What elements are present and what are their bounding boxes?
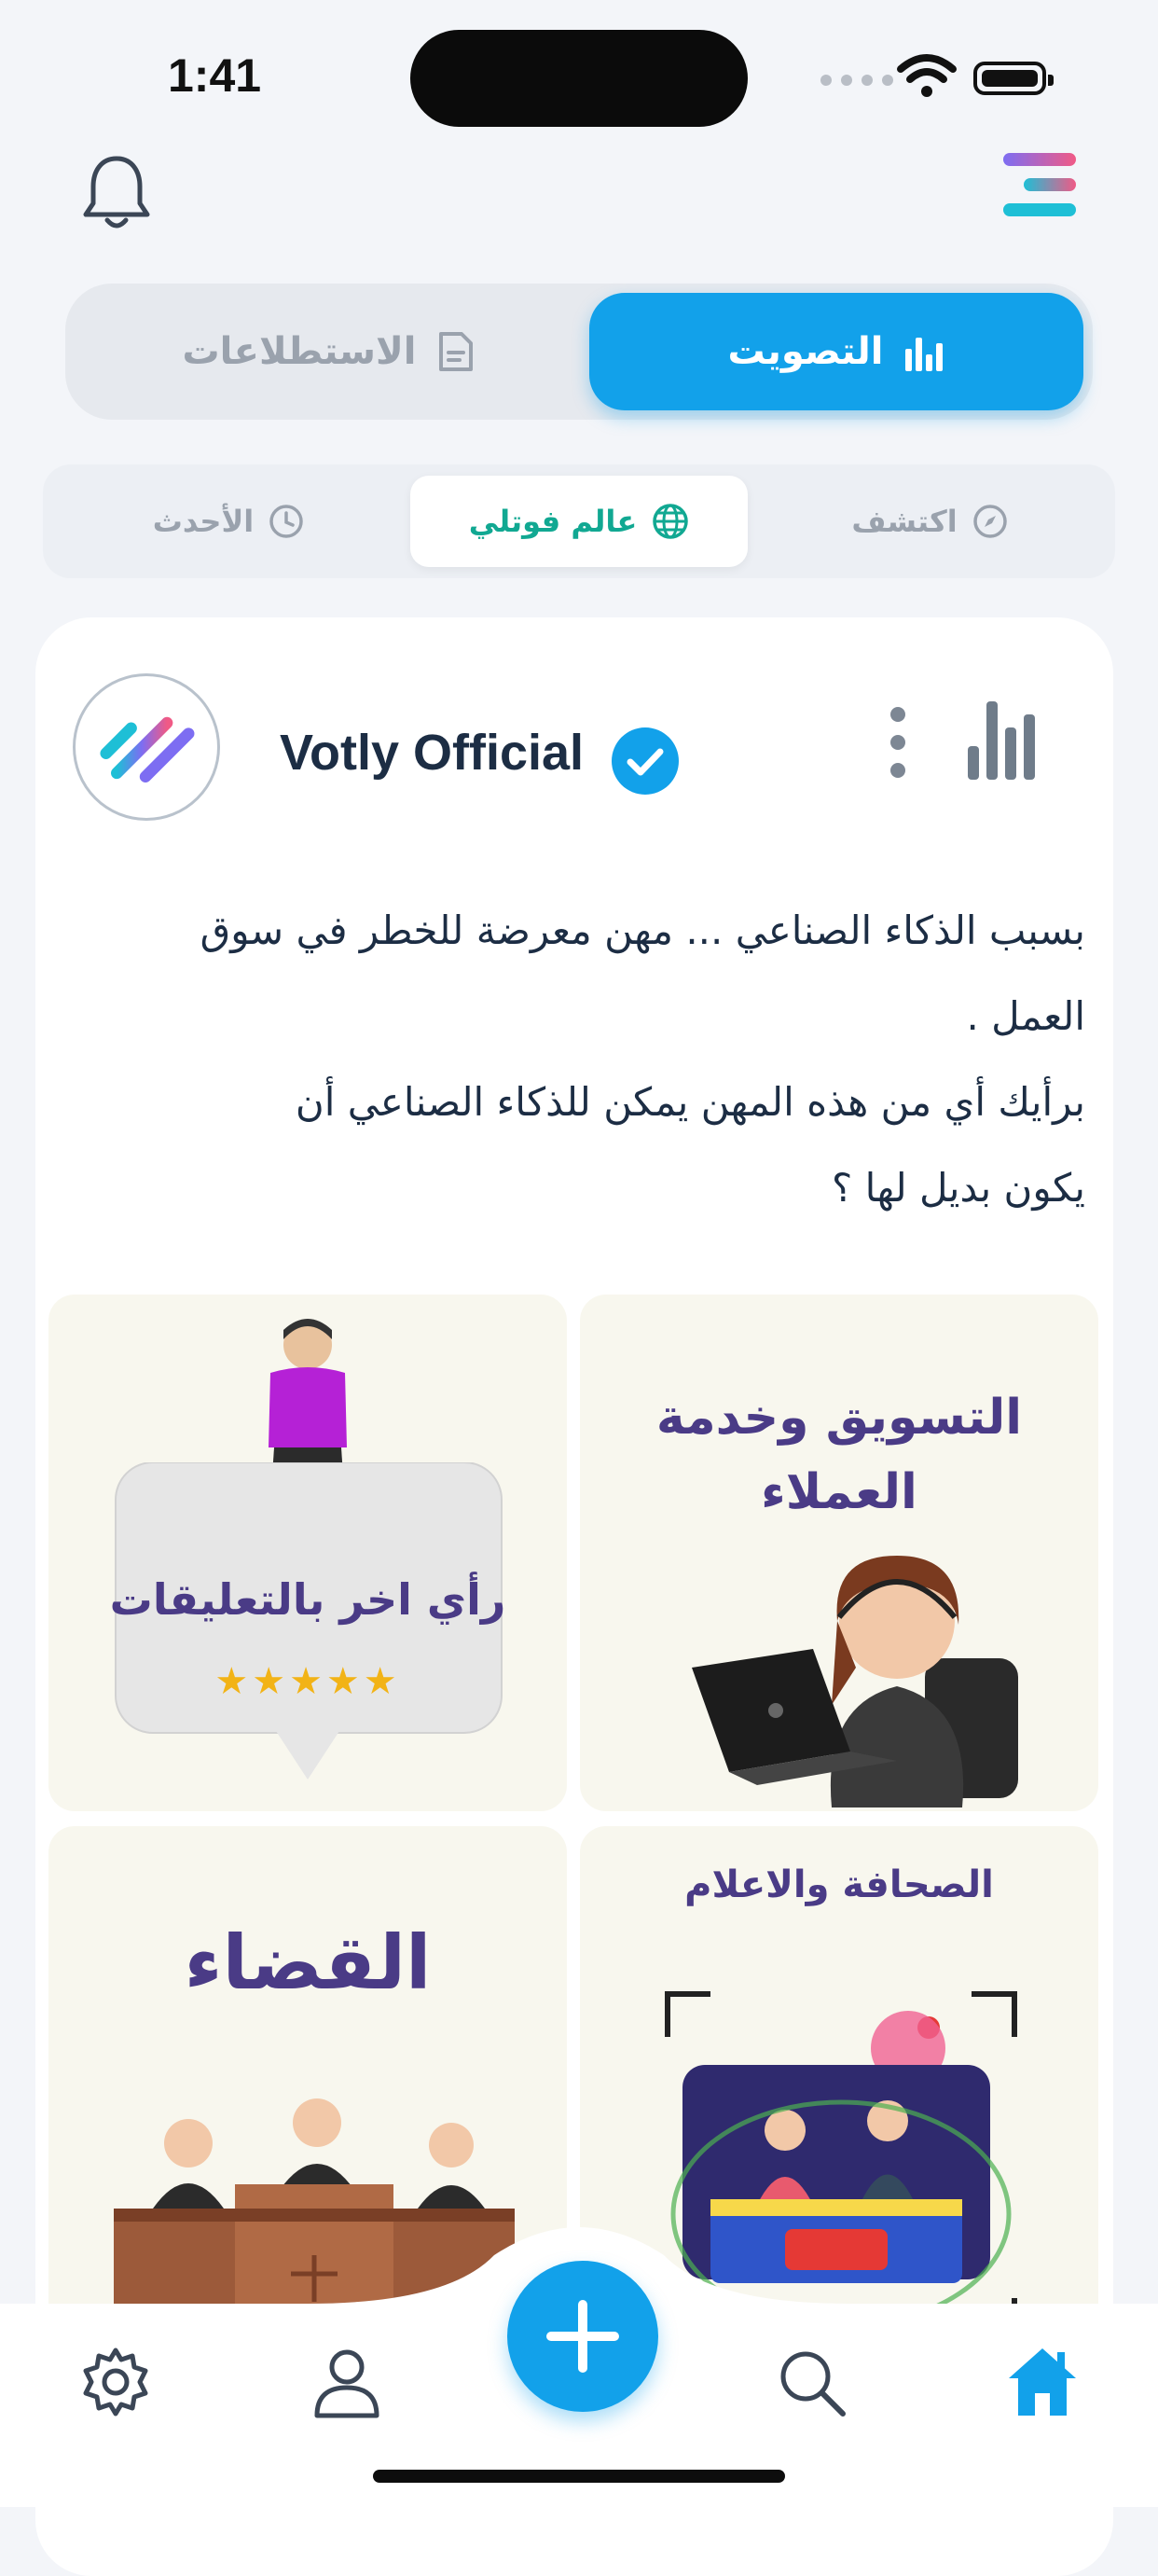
plus-icon <box>546 2300 619 2373</box>
tab-voting-label: التصويت <box>727 330 884 373</box>
author-name[interactable]: Votly Official <box>280 724 584 782</box>
wifi-icon <box>897 54 957 97</box>
option-label: التسويق وخدمة العملاء <box>655 1390 1023 1520</box>
author-avatar[interactable] <box>73 673 220 821</box>
home-indicator <box>373 2470 785 2483</box>
filter-votly-world[interactable]: عالم فوتلي <box>410 476 748 567</box>
tab-voting[interactable]: التصويت <box>589 293 1083 410</box>
menu-icon[interactable] <box>999 149 1078 220</box>
filter-latest[interactable]: الأحدث <box>65 476 392 567</box>
question-line: يكون بديل لها ؟ <box>832 1165 1085 1211</box>
gear-icon[interactable] <box>78 2345 153 2419</box>
filter-votly-world-label: عالم فوتلي <box>468 504 638 539</box>
bar-chart-icon <box>905 338 944 371</box>
battery-icon <box>973 62 1054 95</box>
option-label: القضاء <box>184 1919 432 2006</box>
status-time: 1:41 <box>168 49 262 102</box>
tab-surveys-label: الاستطلاعات <box>182 330 417 373</box>
customer-service-illustration <box>692 1556 1018 1807</box>
speech-bubble-illustration <box>115 1462 503 1780</box>
question-line: بسبب الذكاء الصناعي ... مهن معرضة للخطر … <box>200 907 1085 953</box>
option-other-opinion[interactable]: رأي اخر بالتعليقات ★★★★★ <box>48 1295 567 1811</box>
user-icon[interactable] <box>310 2345 384 2419</box>
filter-latest-label: الأحدث <box>152 504 255 539</box>
kebab-icon[interactable] <box>884 705 912 780</box>
home-icon[interactable] <box>1005 2345 1080 2419</box>
tab-surveys[interactable]: الاستطلاعات <box>86 293 571 410</box>
cellular-signal-icon <box>820 75 893 86</box>
question-line: العمل . <box>966 993 1085 1039</box>
filter-discover-label: اكتشف <box>851 504 958 539</box>
option-label: رأي اخر بالتعليقات <box>109 1574 506 1625</box>
document-icon <box>438 332 473 371</box>
option-label: الصحافة والاعلام <box>684 1863 994 1906</box>
dynamic-island <box>410 30 748 127</box>
search-icon[interactable] <box>774 2345 848 2419</box>
globe-icon <box>653 504 689 539</box>
verified-icon <box>612 727 679 795</box>
poll-question: بسبب الذكاء الصناعي ... مهن معرضة للخطر … <box>67 888 1085 1231</box>
rating-stars: ★★★★★ <box>214 1660 401 1703</box>
add-poll-button[interactable] <box>507 2261 658 2412</box>
bar-chart-icon[interactable] <box>966 699 1041 782</box>
clock-icon <box>269 505 303 538</box>
option-marketing[interactable]: التسويق وخدمة العملاء <box>580 1295 1098 1811</box>
bell-icon[interactable] <box>82 153 151 231</box>
filter-discover[interactable]: اكتشف <box>766 476 1093 567</box>
question-line: برأيك أي من هذه المهن يمكن للذكاء الصناع… <box>295 1079 1085 1125</box>
compass-icon <box>972 505 1007 538</box>
